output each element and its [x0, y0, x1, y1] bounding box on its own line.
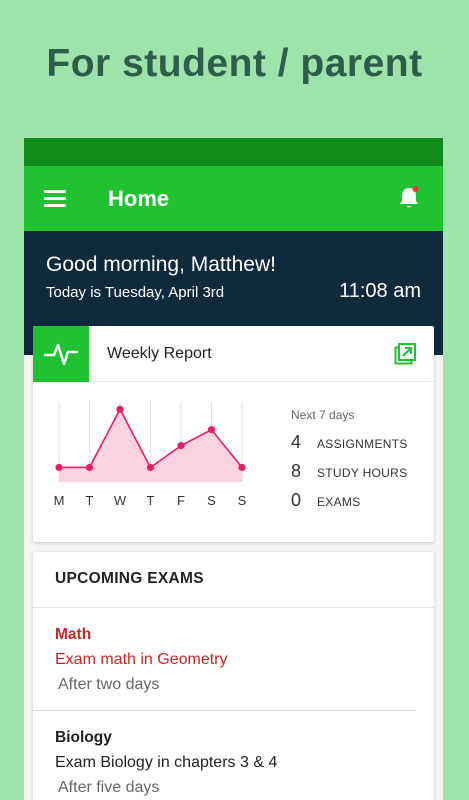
- chart-tick-label: T: [147, 493, 155, 508]
- chart-point: [207, 426, 216, 434]
- notification-dot: [412, 186, 419, 192]
- weekly-report-card[interactable]: Weekly Report M T W T F S S Next 7 days 4 ASSI…: [33, 326, 434, 542]
- stat-label: EXAMS: [317, 495, 361, 509]
- exam-subject: Math: [55, 626, 92, 643]
- stat-label: STUDY HOURS: [317, 466, 408, 480]
- exam-subject: Biology: [55, 729, 112, 746]
- open-external-icon[interactable]: [394, 343, 416, 365]
- stat-value: 4: [291, 432, 302, 452]
- upcoming-exams-card: UPCOMING EXAMS Math Exam math in Geometr…: [33, 552, 434, 800]
- upcoming-exams-heading: UPCOMING EXAMS: [33, 552, 434, 608]
- phone-screen: Home Good morning, Matthew! Today is Tue…: [24, 138, 443, 800]
- chart-tick-label: T: [86, 493, 94, 508]
- chart-point: [146, 463, 155, 472]
- pulse-icon: [33, 326, 89, 382]
- stat-row-assignments: 4 ASSIGNMENTS: [291, 432, 408, 461]
- stat-value: 8: [291, 461, 302, 481]
- weekly-stats: Next 7 days 4 ASSIGNMENTS 8 STUDY HOURS …: [291, 408, 408, 519]
- exam-description: Exam Biology in chapters 3 & 4: [55, 754, 278, 771]
- stats-period-label: Next 7 days: [291, 408, 355, 422]
- exam-when: After two days: [58, 676, 160, 693]
- exam-when: After five days: [58, 779, 160, 796]
- chart-point: [116, 405, 124, 413]
- chart-point: [177, 442, 185, 450]
- stat-value: 0: [291, 490, 302, 510]
- chart-point: [85, 463, 94, 472]
- exam-item[interactable]: Biology Exam Biology in chapters 3 & 4 A…: [33, 711, 434, 797]
- app-title: Home: [108, 186, 170, 211]
- status-bar: [24, 138, 443, 166]
- chart-tick-label: M: [54, 493, 65, 508]
- chart-tick-label: S: [238, 493, 247, 508]
- chart-tick-label: F: [177, 493, 185, 508]
- weekly-report-header: Weekly Report: [33, 326, 434, 382]
- chart-point: [55, 463, 63, 472]
- stat-label: ASSIGNMENTS: [317, 437, 408, 451]
- menu-icon[interactable]: [44, 190, 66, 207]
- greeting-time: 11:08 am: [339, 280, 421, 302]
- stat-row-study-hours: 8 STUDY HOURS: [291, 461, 408, 490]
- chart-tick-label: S: [207, 493, 216, 508]
- greeting-message: Good morning, Matthew!: [46, 253, 276, 276]
- weekly-chart: MTWTFSS: [54, 402, 247, 508]
- exam-item[interactable]: Math Exam math in Geometry After two day…: [33, 608, 416, 711]
- greeting-date: Today is Tuesday, April 3rd: [46, 284, 225, 301]
- bell-icon[interactable]: [397, 185, 421, 211]
- weekly-report-title: Weekly Report: [107, 345, 212, 362]
- stat-row-exams: 0 EXAMS: [291, 490, 408, 519]
- chart-point: [238, 463, 246, 472]
- exam-description: Exam math in Geometry: [55, 651, 228, 668]
- chart-tick-label: W: [114, 493, 127, 508]
- promo-title: For student / parent: [46, 42, 423, 85]
- app-bar: Home: [24, 166, 443, 231]
